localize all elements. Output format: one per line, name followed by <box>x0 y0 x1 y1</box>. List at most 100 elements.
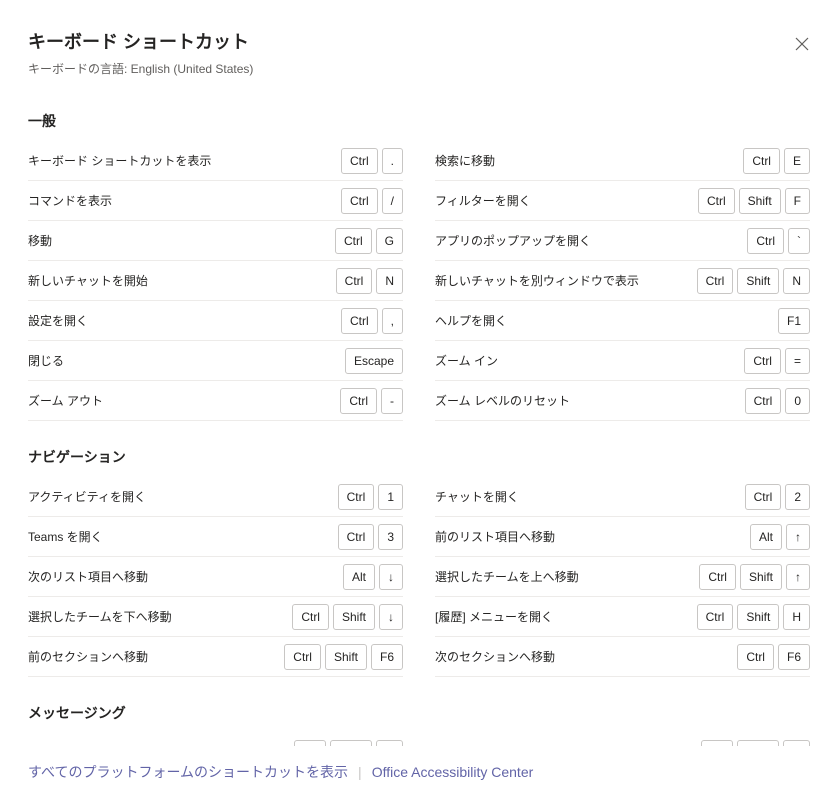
shortcut-label: [履歴] メニューを開く <box>435 608 697 625</box>
key-cap: Ctrl <box>747 228 784 254</box>
shortcut-row: 新しいチャットを開始CtrlN <box>28 261 403 301</box>
footer-separator: | <box>358 764 362 780</box>
key-cap: F <box>785 188 810 214</box>
shortcut-column: スレッドに返信AltShiftR <box>435 733 810 746</box>
close-button[interactable] <box>786 28 818 60</box>
shortcut-keys: CtrlShiftF <box>698 188 810 214</box>
shortcut-label: アプリのポップアップを開く <box>435 232 747 249</box>
key-cap: ↓ <box>379 564 403 590</box>
shortcut-keys: Ctrl= <box>744 348 810 374</box>
shortcut-keys: Ctrl. <box>341 148 403 174</box>
close-icon <box>795 37 809 51</box>
key-cap: Ctrl <box>338 524 375 550</box>
key-cap: Shift <box>739 188 781 214</box>
shortcut-keys: CtrlShiftN <box>697 268 810 294</box>
shortcut-row: ズーム インCtrl= <box>435 341 810 381</box>
key-cap: Ctrl <box>292 604 329 630</box>
shortcut-label: ズーム アウト <box>28 392 340 409</box>
shortcut-row: 閉じるEscape <box>28 341 403 381</box>
section-columns: 作成ボックスに移動AltShiftC スレッドに返信AltShiftR <box>28 733 810 746</box>
shortcut-keys: Ctrl2 <box>745 484 810 510</box>
shortcut-row: コマンドを表示Ctrl/ <box>28 181 403 221</box>
shortcut-label: チャットを開く <box>435 488 745 505</box>
key-cap: Ctrl <box>341 188 378 214</box>
shortcut-label: 移動 <box>28 232 335 249</box>
shortcut-label: 次のセクションへ移動 <box>435 648 737 665</box>
key-cap: Ctrl <box>745 388 782 414</box>
dialog-body[interactable]: 一般キーボード ショートカットを表示Ctrl.コマンドを表示Ctrl/移動Ctr… <box>0 85 838 746</box>
shortcut-keys: Ctrl, <box>341 308 403 334</box>
shortcut-row: [履歴] メニューを開くCtrlShiftH <box>435 597 810 637</box>
shortcut-row: 前のリスト項目へ移動Alt↑ <box>435 517 810 557</box>
shortcut-keys: CtrlG <box>335 228 403 254</box>
shortcut-label: コマンドを表示 <box>28 192 341 209</box>
key-cap: Ctrl <box>284 644 321 670</box>
shortcut-row: スレッドに返信AltShiftR <box>435 733 810 746</box>
shortcut-keys: F1 <box>778 308 810 334</box>
key-cap: Ctrl <box>744 348 781 374</box>
shortcut-row: ヘルプを開くF1 <box>435 301 810 341</box>
key-cap: ` <box>788 228 810 254</box>
key-cap: Shift <box>325 644 367 670</box>
key-cap: Ctrl <box>338 484 375 510</box>
key-cap: 0 <box>785 388 810 414</box>
shortcut-row: アクティビティを開くCtrl1 <box>28 477 403 517</box>
key-cap: - <box>381 388 403 414</box>
shortcut-column: キーボード ショートカットを表示Ctrl.コマンドを表示Ctrl/移動CtrlG… <box>28 141 403 421</box>
key-cap: 2 <box>785 484 810 510</box>
shortcut-row: 選択したチームを上へ移動CtrlShift↑ <box>435 557 810 597</box>
key-cap: . <box>382 148 403 174</box>
shortcut-label: 前のセクションへ移動 <box>28 648 284 665</box>
shortcut-label: 選択したチームを上へ移動 <box>435 568 699 585</box>
shortcut-label: フィルターを開く <box>435 192 698 209</box>
key-cap: Shift <box>737 604 779 630</box>
shortcut-label: スレッドに返信 <box>435 744 701 746</box>
key-cap: , <box>382 308 403 334</box>
shortcut-column: チャットを開くCtrl2前のリスト項目へ移動Alt↑選択したチームを上へ移動Ct… <box>435 477 810 677</box>
shortcut-keys: CtrlShiftF6 <box>284 644 403 670</box>
key-cap: Shift <box>333 604 375 630</box>
shortcut-row: フィルターを開くCtrlShiftF <box>435 181 810 221</box>
shortcut-row: ズーム アウトCtrl- <box>28 381 403 421</box>
key-cap: F6 <box>371 644 403 670</box>
shortcut-keys: CtrlE <box>743 148 810 174</box>
shortcut-keys: Alt↑ <box>750 524 810 550</box>
shortcut-label: Teams を開く <box>28 528 338 545</box>
shortcut-row: 作成ボックスに移動AltShiftC <box>28 733 403 746</box>
key-cap: Ctrl <box>737 644 774 670</box>
shortcut-label: 検索に移動 <box>435 152 743 169</box>
shortcut-label: ズーム レベルのリセット <box>435 392 745 409</box>
shortcut-label: 閉じる <box>28 352 345 369</box>
key-cap: N <box>376 268 403 294</box>
key-cap: Ctrl <box>745 484 782 510</box>
accessibility-center-link[interactable]: Office Accessibility Center <box>372 764 534 780</box>
key-cap: N <box>783 268 810 294</box>
shortcut-keys: CtrlShift↓ <box>292 604 403 630</box>
key-cap: Ctrl <box>341 308 378 334</box>
shortcut-keys: Ctrl1 <box>338 484 403 510</box>
key-cap: Ctrl <box>743 148 780 174</box>
shortcut-row: アプリのポップアップを開くCtrl` <box>435 221 810 261</box>
key-cap: F6 <box>778 644 810 670</box>
all-platforms-link[interactable]: すべてのプラットフォームのショートカットを表示 <box>28 762 348 782</box>
shortcut-row: 検索に移動CtrlE <box>435 141 810 181</box>
key-cap: Ctrl <box>699 564 736 590</box>
shortcut-keys: Ctrl3 <box>338 524 403 550</box>
key-cap: Ctrl <box>697 268 734 294</box>
keyboard-shortcuts-dialog: キーボード ショートカット キーボードの言語: English (United … <box>0 0 838 800</box>
shortcut-column: 作成ボックスに移動AltShiftC <box>28 733 403 746</box>
key-cap: Shift <box>740 564 782 590</box>
dialog-subtitle: キーボードの言語: English (United States) <box>28 60 810 77</box>
dialog-footer: すべてのプラットフォームのショートカットを表示 | Office Accessi… <box>0 746 838 800</box>
shortcut-row: 前のセクションへ移動CtrlShiftF6 <box>28 637 403 677</box>
key-cap: Alt <box>343 564 375 590</box>
shortcut-row: Teams を開くCtrl3 <box>28 517 403 557</box>
key-cap: E <box>784 148 810 174</box>
shortcut-label: 選択したチームを下へ移動 <box>28 608 292 625</box>
section-title: メッセージング <box>28 703 810 723</box>
key-cap: Ctrl <box>698 188 735 214</box>
shortcut-keys: Ctrl- <box>340 388 403 414</box>
dialog-title: キーボード ショートカット <box>28 28 810 54</box>
key-cap: Alt <box>750 524 782 550</box>
shortcut-keys: CtrlShiftH <box>697 604 810 630</box>
